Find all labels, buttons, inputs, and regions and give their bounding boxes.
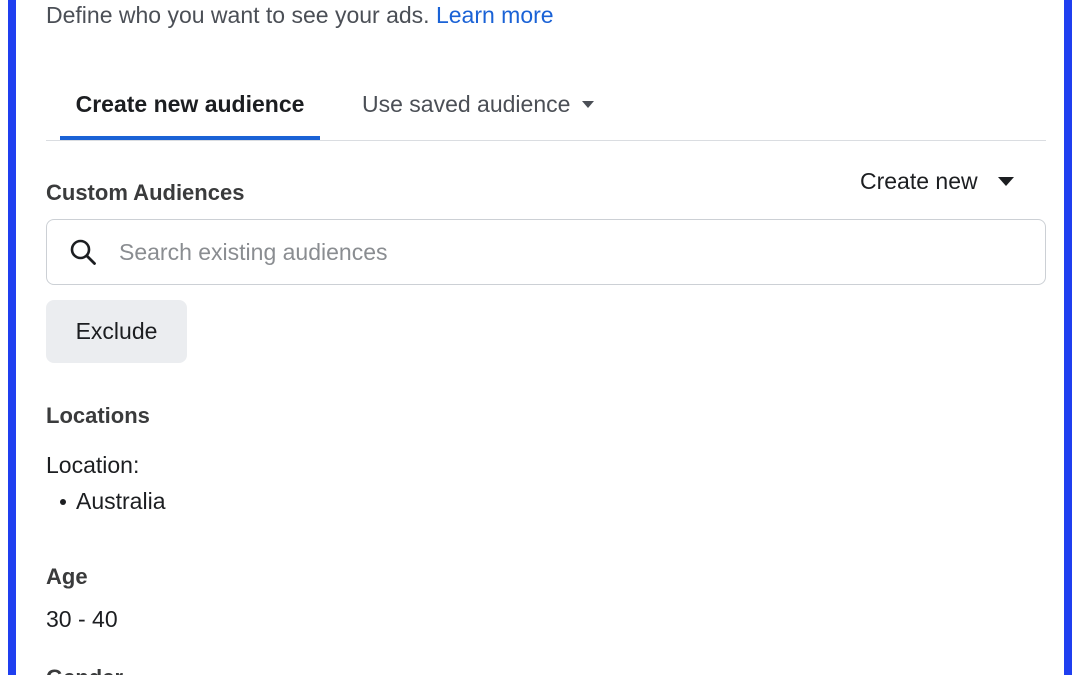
create-new-label: Create new [860,168,978,194]
caret-down-icon [997,177,1014,186]
frame-border-right [1064,0,1072,675]
active-tab-indicator [60,136,320,140]
search-icon [70,239,96,265]
gender-title: Gender [46,665,123,675]
audience-panel-frame: Define who you want to see your ads. Lea… [0,0,1080,675]
create-new-dropdown[interactable]: Create new [860,168,1014,195]
bullet-dot [60,498,66,505]
age-value: 30 - 40 [46,606,118,632]
tab-create-new-audience[interactable]: Create new audience [60,70,320,140]
audience-search-input[interactable] [117,237,981,267]
location-label: Location: [46,452,140,478]
learn-more-link[interactable]: Learn more [436,2,554,28]
tab-create-new-audience-label: Create new audience [75,90,305,117]
tab-use-saved-audience-label: Use saved audience [362,90,571,117]
custom-audiences-title: Custom Audiences [46,180,245,205]
locations-title: Locations [46,403,150,428]
location-item-text: Australia [76,488,166,514]
audience-tabs: Create new audience Use saved audience [46,70,1046,141]
audience-panel: Define who you want to see your ads. Lea… [16,0,1064,675]
chevron-down-icon [582,100,595,108]
audience-intro-text: Define who you want to see your ads. [46,2,430,28]
location-item: Australia [60,488,165,515]
age-title: Age [46,564,88,589]
exclude-button[interactable]: Exclude [46,300,187,363]
audience-search-box [46,219,1046,285]
audience-intro: Define who you want to see your ads. Lea… [46,2,554,29]
tab-use-saved-audience[interactable]: Use saved audience [362,70,595,138]
frame-border-left [8,0,16,675]
